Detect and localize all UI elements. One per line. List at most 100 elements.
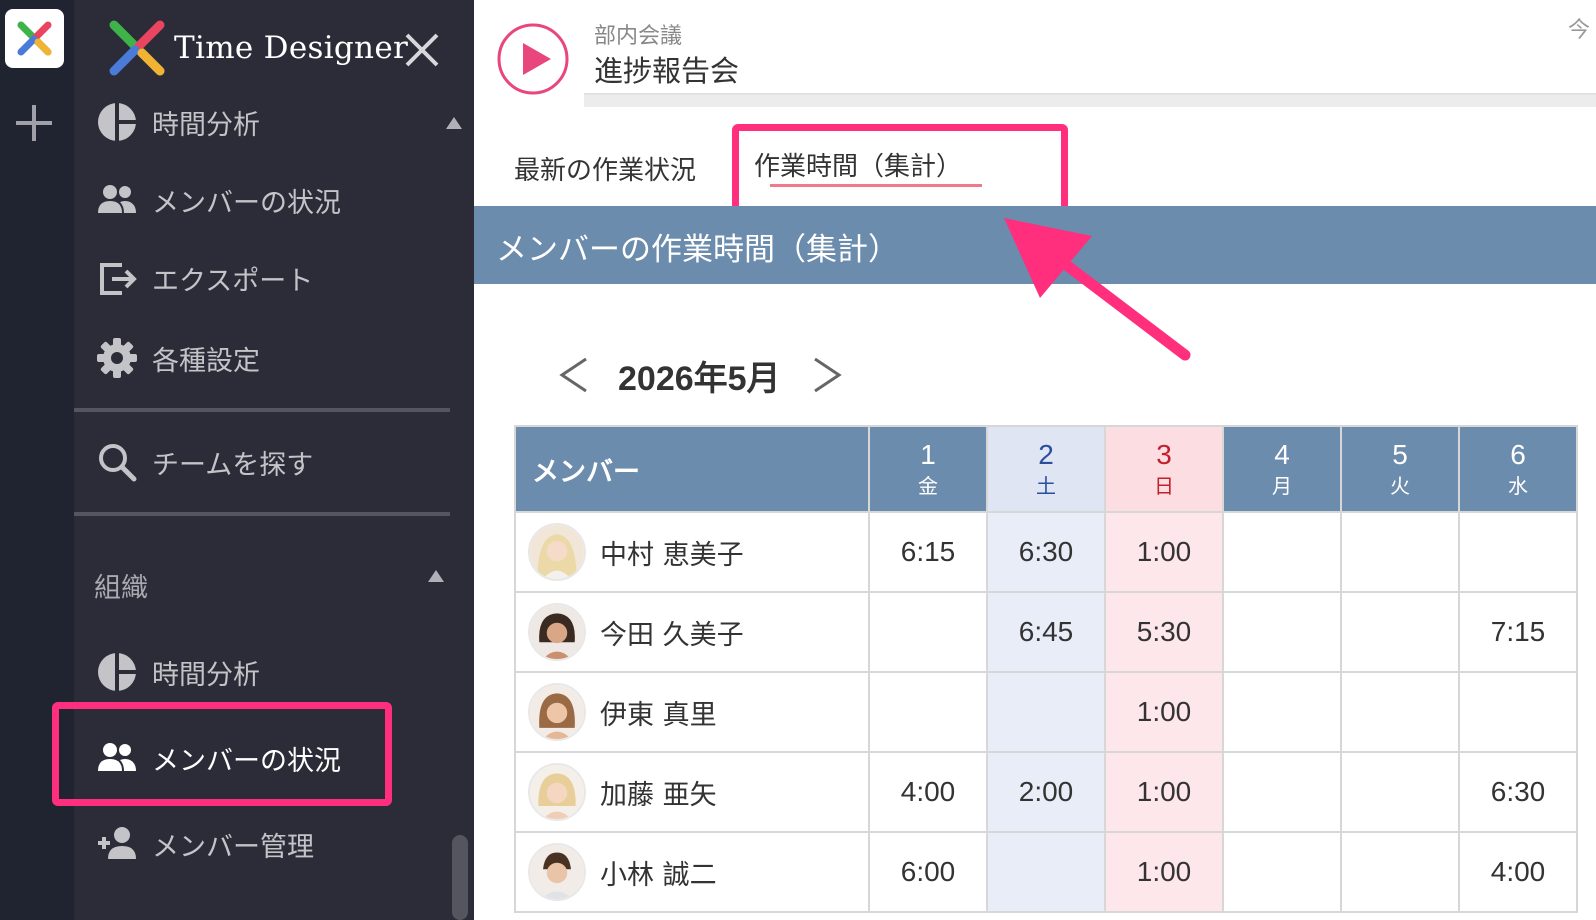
table-row[interactable]: 小林 誠二 6:00 1:00 4:00 <box>514 831 1578 913</box>
export-icon <box>100 263 137 295</box>
time-cell[interactable]: 6:15 <box>868 511 988 593</box>
time-cell[interactable]: 1:00 <box>1104 751 1224 833</box>
sidebar-item-label: メンバー管理 <box>152 831 314 863</box>
sidebar-divider <box>74 512 450 516</box>
day-header: 2土 <box>986 425 1106 513</box>
sidebar-item-label: チームを探す <box>152 449 314 481</box>
time-cell[interactable]: 6:45 <box>986 591 1106 673</box>
time-cell[interactable] <box>1340 591 1460 673</box>
time-cell[interactable]: 2:00 <box>986 751 1106 833</box>
sidebar-item-export[interactable]: エクスポート <box>96 256 313 300</box>
table-row[interactable]: 今田 久美子 6:45 5:30 7:15 <box>514 591 1578 673</box>
next-month-icon[interactable] <box>809 355 845 395</box>
time-cell[interactable]: 4:00 <box>868 751 988 833</box>
member-cell: 加藤 亜矢 <box>514 751 870 833</box>
member-cell: 小林 誠二 <box>514 831 870 913</box>
day-number: 1 <box>920 439 936 470</box>
time-cell[interactable] <box>986 671 1106 753</box>
page-title: 進捗報告会 <box>594 54 740 88</box>
main-content: 部内会議 進捗報告会 今 最新の作業状況 作業時間（集計） メンバーの作業時間（… <box>474 0 1596 920</box>
sidebar-item-org-time-analysis[interactable]: 時間分析 <box>96 650 260 694</box>
time-cell[interactable] <box>868 591 988 673</box>
table-row[interactable]: 伊東 真里 1:00 <box>514 671 1578 753</box>
day-weekday: 水 <box>1508 474 1528 498</box>
time-cell[interactable] <box>1222 831 1342 913</box>
sidebar-item-settings[interactable]: 各種設定 <box>96 336 260 380</box>
top-right-label[interactable]: 今 <box>1568 12 1590 44</box>
member-name: 加藤 亜矢 <box>600 779 717 811</box>
table-header-row: メンバー 1金 2土 3日 4月 5火 6水 <box>514 425 1578 513</box>
time-cell[interactable]: 1:00 <box>1104 511 1224 593</box>
table-row[interactable]: 中村 恵美子 6:15 6:30 1:00 <box>514 511 1578 593</box>
search-icon <box>99 444 137 482</box>
time-cell[interactable] <box>1458 511 1578 593</box>
pie-chart-icon <box>98 101 138 143</box>
day-number: 2 <box>1038 439 1054 470</box>
avatar <box>528 683 586 741</box>
brand-name: Time Designer <box>174 30 409 66</box>
member-name: 中村 恵美子 <box>600 539 744 571</box>
time-cell[interactable]: 6:30 <box>986 511 1106 593</box>
avatar <box>528 843 586 901</box>
collapse-caret-icon[interactable] <box>446 117 462 129</box>
time-cell[interactable]: 4:00 <box>1458 831 1578 913</box>
sidebar-scrollbar[interactable] <box>452 835 468 920</box>
avatar <box>528 603 586 661</box>
time-cell[interactable]: 7:15 <box>1458 591 1578 673</box>
sidebar-item-time-analysis[interactable]: 時間分析 <box>96 100 260 144</box>
tab-latest-status[interactable]: 最新の作業状況 <box>514 150 696 187</box>
close-icon[interactable] <box>404 32 440 68</box>
brand: Time Designer <box>106 18 408 78</box>
play-button[interactable] <box>496 22 570 96</box>
section-title: メンバーの作業時間（集計） <box>496 232 899 268</box>
member-time-table: メンバー 1金 2土 3日 4月 5火 6水 中村 恵美子 6:15 6:30 … <box>514 425 1578 913</box>
tab-work-time-summary[interactable]: 作業時間（集計） <box>754 146 962 183</box>
time-cell[interactable]: 1:00 <box>1104 671 1224 753</box>
add-person-icon <box>98 827 136 859</box>
time-cell[interactable] <box>1340 751 1460 833</box>
time-cell[interactable] <box>1340 671 1460 753</box>
time-cell[interactable]: 6:30 <box>1458 751 1578 833</box>
prev-month-icon[interactable] <box>556 355 592 395</box>
collapse-caret-icon[interactable] <box>428 570 444 582</box>
day-number: 4 <box>1274 439 1290 470</box>
day-weekday: 金 <box>918 474 938 498</box>
day-weekday: 火 <box>1390 474 1410 498</box>
time-cell[interactable]: 5:30 <box>1104 591 1224 673</box>
time-cell[interactable]: 6:00 <box>868 831 988 913</box>
time-cell[interactable] <box>986 831 1106 913</box>
day-number: 3 <box>1156 439 1172 470</box>
day-weekday: 月 <box>1272 474 1292 498</box>
member-cell: 今田 久美子 <box>514 591 870 673</box>
day-weekday: 土 <box>1036 474 1056 498</box>
table-row[interactable]: 加藤 亜矢 4:00 2:00 1:00 6:30 <box>514 751 1578 833</box>
day-number: 5 <box>1392 439 1408 470</box>
sidebar-section-org[interactable]: 組織 <box>94 566 148 605</box>
people-icon <box>98 743 136 771</box>
day-weekday: 日 <box>1154 474 1174 498</box>
app-logo-icon[interactable] <box>5 9 64 68</box>
member-name: 伊東 真里 <box>600 699 717 731</box>
time-cell[interactable] <box>1222 751 1342 833</box>
time-cell[interactable] <box>1222 671 1342 753</box>
time-cell[interactable] <box>1340 511 1460 593</box>
active-tab-indicator <box>770 184 982 187</box>
sidebar-item-label: メンバーの状況 <box>152 745 341 777</box>
people-icon <box>98 185 136 213</box>
sidebar-item-org-member-status[interactable]: メンバーの状況 <box>96 736 341 780</box>
sidebar-item-label: 時間分析 <box>152 109 260 141</box>
time-cell[interactable] <box>1222 511 1342 593</box>
time-cell[interactable] <box>1222 591 1342 673</box>
pie-chart-icon <box>98 651 138 693</box>
breadcrumb[interactable]: 部内会議 <box>594 18 682 50</box>
time-cell[interactable] <box>1340 831 1460 913</box>
sidebar-item-member-status[interactable]: メンバーの状況 <box>96 178 341 222</box>
time-cell[interactable] <box>1458 671 1578 753</box>
time-cell[interactable] <box>868 671 988 753</box>
sidebar-item-find-team[interactable]: チームを探す <box>96 440 313 484</box>
day-header: 6水 <box>1458 425 1578 513</box>
time-cell[interactable]: 1:00 <box>1104 831 1224 913</box>
sidebar-item-member-management[interactable]: メンバー管理 <box>96 822 314 866</box>
add-icon[interactable] <box>14 103 54 143</box>
member-cell: 伊東 真里 <box>514 671 870 753</box>
